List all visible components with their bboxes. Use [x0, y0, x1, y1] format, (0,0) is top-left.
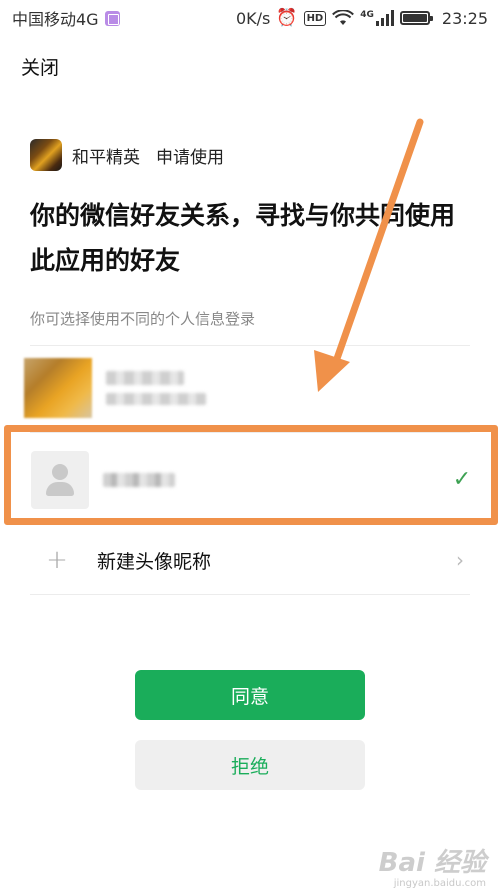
cell-signal-icon — [375, 10, 394, 26]
agree-button[interactable]: 同意 — [135, 670, 365, 720]
status-left: 中国移动4G — [12, 6, 120, 30]
close-button[interactable]: 关闭 — [21, 53, 59, 80]
app-logo — [30, 139, 62, 171]
baidu-watermark: Bai 经验 — [378, 848, 486, 878]
plus-icon: + — [46, 545, 68, 575]
new-profile-button[interactable]: 新建头像昵称 — [97, 547, 211, 574]
signal-type: 4G — [360, 10, 374, 20]
baidu-watermark-url: jingyan.baidu.com — [393, 878, 486, 889]
account-id-blurred — [106, 393, 206, 405]
app-name: 和平精英 — [72, 147, 140, 168]
wifi-icon — [332, 10, 355, 25]
avatar — [24, 358, 92, 418]
status-bar: 中国移动4G 0K/s ⏰ HD 4G 23:25 — [0, 0, 500, 36]
app-request-text: 申请使用 — [156, 147, 224, 168]
status-right: 0K/s ⏰ HD 4G 23:25 — [236, 8, 488, 28]
battery-icon — [399, 11, 433, 25]
app-header: 和平精英 申请使用 — [30, 139, 224, 171]
gallery-notification-icon — [104, 10, 120, 26]
reject-button[interactable]: 拒绝 — [135, 740, 365, 790]
permission-title: 你的微信好友关系，寻找与你共同使用此应用的好友 — [30, 201, 456, 275]
nickname-blurred — [106, 371, 184, 385]
chevron-right-icon: › — [456, 548, 464, 572]
carrier-label: 中国移动4G — [12, 10, 99, 29]
net-speed: 0K/s — [235, 8, 271, 28]
profile-choice-subtitle: 你可选择使用不同的个人信息登录 — [30, 310, 256, 328]
hd-badge: HD — [303, 10, 327, 26]
clock-time: 23:25 — [441, 8, 488, 28]
account-option-wechat-profile[interactable] — [0, 358, 500, 418]
account-info-blurred — [106, 371, 206, 405]
highlight-annotation-box — [4, 425, 498, 525]
divider — [30, 345, 470, 346]
alarm-icon: ⏰ — [276, 8, 298, 28]
divider — [30, 594, 470, 595]
